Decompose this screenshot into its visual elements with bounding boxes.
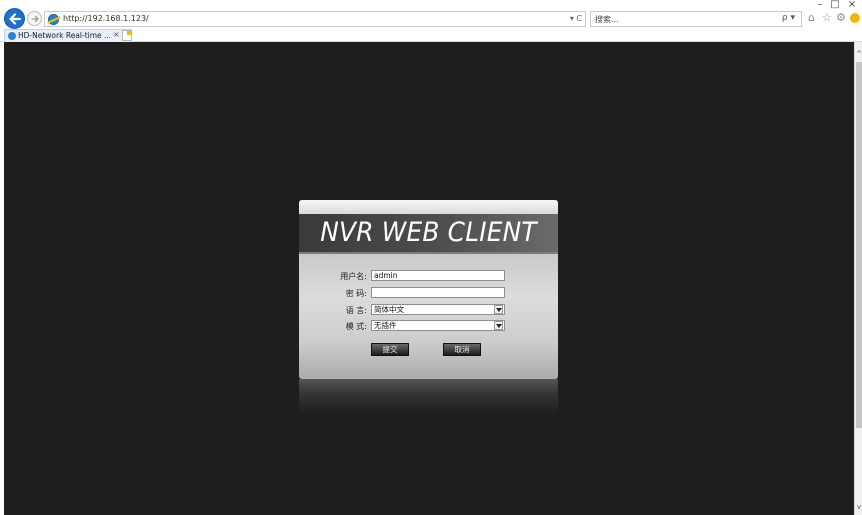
forward-button[interactable] bbox=[27, 11, 42, 26]
scroll-down-icon[interactable]: v bbox=[855, 503, 862, 511]
search-input[interactable]: 搜索... bbox=[595, 14, 619, 25]
scroll-thumb[interactable] bbox=[856, 62, 862, 428]
chevron-down-icon[interactable] bbox=[494, 321, 503, 330]
language-label: 语 言: bbox=[345, 306, 367, 315]
home-icon[interactable]: ⌂ bbox=[808, 12, 815, 24]
app-title: NVR WEB CLIENT bbox=[320, 217, 537, 248]
tab-title: HD-Network Real-time ... bbox=[18, 31, 112, 40]
tab-strip: HD-Network Real-time ... × bbox=[0, 29, 862, 42]
favorites-star-icon[interactable]: ☆ bbox=[822, 12, 832, 24]
username-input[interactable] bbox=[371, 270, 505, 281]
scroll-up-icon[interactable]: ^ bbox=[855, 50, 862, 58]
ie-logo-icon bbox=[48, 14, 59, 25]
search-icon[interactable]: ρ ▾ bbox=[782, 13, 795, 23]
settings-gear-icon[interactable]: ⚙ bbox=[836, 12, 846, 24]
back-button[interactable] bbox=[4, 8, 25, 29]
language-select[interactable]: 简体中文 bbox=[371, 304, 505, 315]
close-window-button[interactable]: × bbox=[843, 0, 861, 10]
cancel-button[interactable]: 取消 bbox=[443, 343, 481, 356]
login-panel: NVR WEB CLIENT 用户名: 密 码: 语 言: 简体中文 模 式: … bbox=[299, 200, 558, 379]
mode-label: 模 式: bbox=[345, 322, 367, 331]
new-tab-icon[interactable] bbox=[122, 30, 132, 41]
maximize-button[interactable]: □ bbox=[826, 0, 844, 10]
url-text[interactable]: http://192.168.1.123/ bbox=[63, 14, 149, 23]
panel-reflection bbox=[299, 379, 558, 414]
title-banner: NVR WEB CLIENT bbox=[299, 214, 558, 254]
toolbar-icons: ⌂ ☆ ⚙ bbox=[806, 10, 862, 28]
submit-button[interactable]: 提交 bbox=[371, 343, 409, 356]
password-input[interactable] bbox=[371, 287, 505, 298]
username-label: 用户名: bbox=[340, 272, 367, 281]
language-value: 简体中文 bbox=[374, 305, 404, 314]
vertical-scrollbar[interactable]: ^ v bbox=[854, 42, 862, 515]
feedback-smiley-icon[interactable] bbox=[850, 13, 860, 23]
chevron-down-icon[interactable] bbox=[494, 305, 503, 314]
search-bar[interactable]: 搜索... ρ ▾ bbox=[590, 11, 802, 27]
forward-arrow-icon bbox=[31, 15, 39, 23]
password-label: 密 码: bbox=[345, 289, 367, 298]
mode-value: 无插件 bbox=[374, 321, 397, 330]
back-arrow-icon bbox=[9, 13, 22, 25]
mode-select[interactable]: 无插件 bbox=[371, 320, 505, 331]
refresh-icon[interactable]: ▾ C bbox=[570, 14, 582, 23]
panel-top-bar bbox=[299, 200, 558, 214]
address-bar[interactable]: http://192.168.1.123/ ▾ C bbox=[44, 11, 586, 27]
tab-hd-network[interactable]: HD-Network Real-time ... × bbox=[4, 29, 132, 42]
tab-close-icon[interactable]: × bbox=[113, 30, 120, 39]
ie-logo-icon bbox=[8, 32, 16, 40]
browser-chrome: http://192.168.1.123/ ▾ C 搜索... ρ ▾ ⌂ ☆ … bbox=[0, 0, 862, 42]
